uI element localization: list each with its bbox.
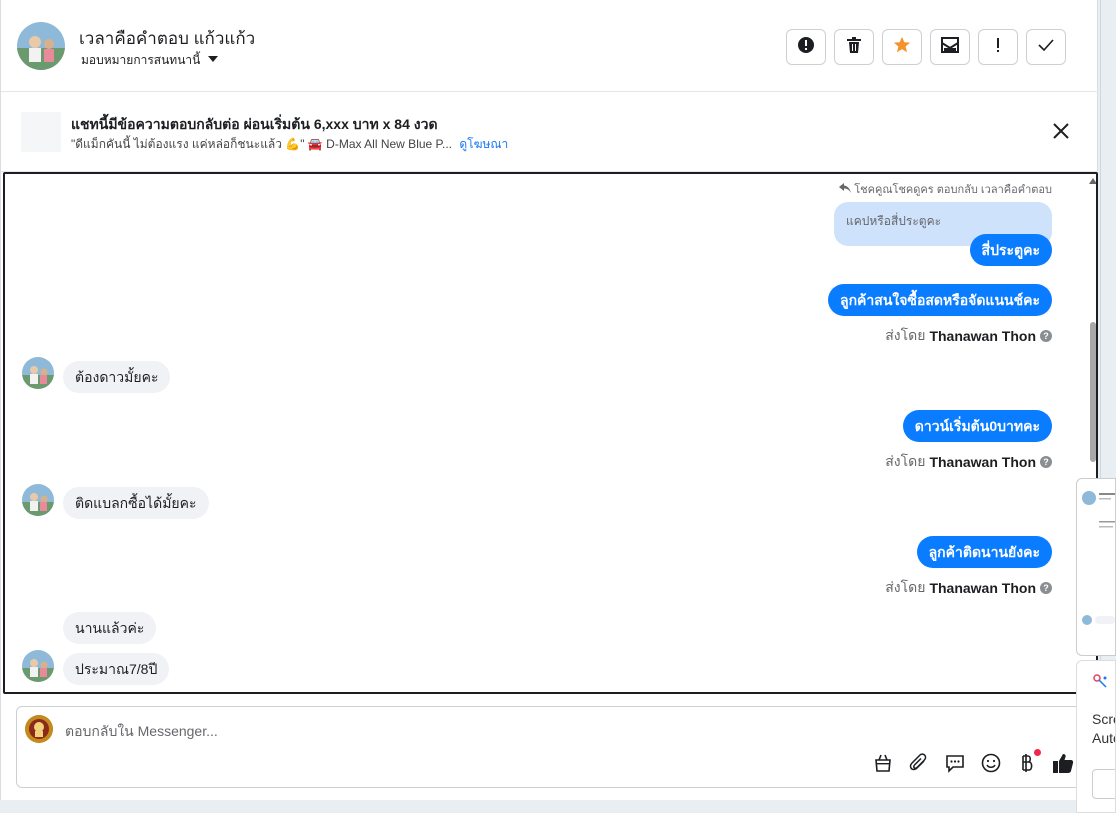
message-thread[interactable]: โชคคูณโชคดูคร ตอบกลับ เวลาคือคำตอบ แคปหร…	[3, 172, 1098, 694]
ad-title: แชทนี้มีข้อความตอบกลับต่อ ผ่อนเริ่มต้น 6…	[71, 116, 438, 132]
chat-preview-popup[interactable]	[1076, 478, 1116, 656]
reply-header-text: โชคคูณโชคดูคร ตอบกลับ เวลาคือคำตอบ	[854, 184, 1052, 196]
baht-icon	[1020, 753, 1034, 778]
incoming-message[interactable]: ประมาณ7/8ปี	[63, 653, 170, 685]
delete-button[interactable]	[834, 29, 874, 65]
assign-label: มอบหมายการสนทนานี้	[81, 53, 201, 67]
popup-text-1: Scre	[1092, 711, 1115, 727]
emoji-button[interactable]	[979, 753, 1003, 777]
chat-bubble-icon	[945, 753, 965, 778]
extension-logo-icon	[1092, 673, 1110, 696]
contact-avatar-small[interactable]	[22, 650, 54, 682]
payment-button[interactable]	[1015, 749, 1041, 778]
contact-avatar-small[interactable]	[22, 484, 54, 516]
scrollbar-thumb[interactable]	[1090, 322, 1096, 462]
reply-composer: ตอบกลับใน Messenger...	[16, 706, 1084, 788]
alert-icon	[797, 36, 815, 59]
close-icon	[1050, 123, 1072, 146]
conversation-toolbar	[786, 29, 1066, 65]
sent-by-name: Thanawan Thon	[929, 328, 1036, 344]
sent-by-name: Thanawan Thon	[929, 580, 1036, 596]
reply-arrow-icon	[839, 182, 852, 196]
incoming-message[interactable]: ต้องดาวมั้ยคะ	[63, 361, 171, 393]
message-input[interactable]: ตอบกลับใน Messenger...	[65, 721, 218, 743]
sent-by-label: ส่งโดย Thanawan Thon ?	[885, 451, 1052, 473]
ad-thumbnail	[21, 112, 61, 152]
ad-subtitle: "ดีแม็กคันนี้ ไม่ต้องแรง แค่หล่อก็ชนะแล้…	[71, 135, 508, 154]
attach-button[interactable]	[907, 752, 931, 778]
saved-replies-button[interactable]	[943, 753, 967, 777]
scroll-up-arrow-icon[interactable]	[1089, 178, 1096, 184]
contact-avatar-small[interactable]	[22, 357, 54, 389]
check-icon	[1038, 38, 1054, 56]
conversation-header: เวลาคือคำตอบ แก้วแก้ว มอบหมายการสนทนานี้	[1, 0, 1099, 92]
caret-down-icon	[208, 55, 219, 66]
sent-by-label: ส่งโดย Thanawan Thon ?	[885, 325, 1052, 347]
help-icon[interactable]: ?	[1040, 456, 1052, 468]
thumbs-up-icon	[1052, 752, 1074, 779]
report-button[interactable]	[786, 29, 826, 65]
help-icon[interactable]: ?	[1040, 582, 1052, 594]
popup-text-2: Auto	[1092, 730, 1115, 746]
mark-done-button[interactable]	[1026, 29, 1066, 65]
composer-tools	[871, 749, 1075, 778]
assign-conversation-dropdown[interactable]: มอบหมายการสนทนานี้	[81, 51, 219, 70]
paperclip-icon	[909, 752, 929, 778]
page-avatar	[25, 715, 53, 743]
contact-avatar[interactable]	[17, 22, 65, 70]
mark-unread-button[interactable]	[930, 29, 970, 65]
sent-by-prefix: ส่งโดย	[885, 453, 926, 469]
sent-by-label: ส่งโดย Thanawan Thon ?	[885, 577, 1052, 599]
extension-popup[interactable]: Scre Auto	[1076, 660, 1116, 813]
outgoing-message[interactable]: ดาวน์เริ่มต้น0บาทคะ	[902, 410, 1052, 442]
ad-subtitle-text: "ดีแม็กคันนี้ ไม่ต้องแรง แค่หล่อก็ชนะแล้…	[71, 137, 452, 151]
outgoing-message[interactable]: ลูกค้าสนใจซื้อสดหรือจัดแนนช์คะ	[828, 284, 1052, 316]
exclamation-icon	[995, 37, 1001, 58]
ad-banner: แชทนี้มีข้อความตอบกลับต่อ ผ่อนเริ่มต้น 6…	[1, 92, 1099, 172]
popup-input[interactable]	[1092, 769, 1115, 799]
spam-button[interactable]	[978, 29, 1018, 65]
like-button[interactable]	[1051, 753, 1075, 777]
star-button[interactable]	[882, 29, 922, 65]
shop-button[interactable]	[871, 753, 895, 777]
star-icon	[893, 36, 911, 59]
sent-by-prefix: ส่งโดย	[885, 579, 926, 595]
sent-by-prefix: ส่งโดย	[885, 327, 926, 343]
help-icon[interactable]: ?	[1040, 330, 1052, 342]
reply-header: โชคคูณโชคดูคร ตอบกลับ เวลาคือคำตอบ	[839, 180, 1052, 198]
mark-unread-icon	[941, 36, 959, 58]
close-ad-banner-button[interactable]	[1050, 120, 1072, 142]
trash-icon	[846, 36, 862, 59]
notification-dot	[1034, 749, 1041, 756]
contact-name[interactable]: เวลาคือคำตอบ แก้วแก้ว	[79, 25, 255, 52]
view-ad-link[interactable]: ดูโฆษณา	[459, 137, 508, 151]
outgoing-message[interactable]: ลูกค้าติดนานยังคะ	[916, 536, 1052, 568]
shopping-bag-icon	[873, 753, 893, 778]
incoming-message[interactable]: นานแล้วค่ะ	[63, 612, 157, 644]
incoming-message[interactable]: ติดแบลกซื้อได้มั้ยคะ	[63, 487, 209, 519]
outgoing-message[interactable]: สี่ประตูคะ	[969, 234, 1052, 266]
smiley-icon	[981, 753, 1001, 778]
sent-by-name: Thanawan Thon	[929, 454, 1036, 470]
bottom-background	[0, 800, 1098, 813]
